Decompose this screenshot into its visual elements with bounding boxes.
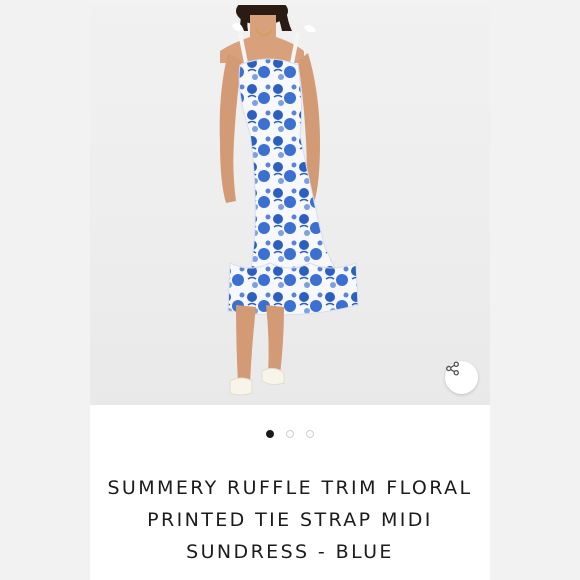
carousel-indicator — [90, 430, 490, 442]
product-title: SUMMERY RUFFLE TRIM FLORAL PRINTED TIE S… — [107, 477, 473, 563]
model-illustration — [219, 5, 359, 396]
product-card: SUMMERY RUFFLE TRIM FLORAL PRINTED TIE S… — [90, 5, 490, 580]
carousel-dot-2[interactable] — [286, 430, 294, 438]
share-button[interactable] — [445, 361, 478, 394]
carousel-dot-1[interactable] — [266, 430, 274, 438]
product-image[interactable] — [90, 5, 490, 405]
screenshot-frame: SUMMERY RUFFLE TRIM FLORAL PRINTED TIE S… — [0, 0, 580, 580]
carousel-dot-3[interactable] — [306, 430, 314, 438]
